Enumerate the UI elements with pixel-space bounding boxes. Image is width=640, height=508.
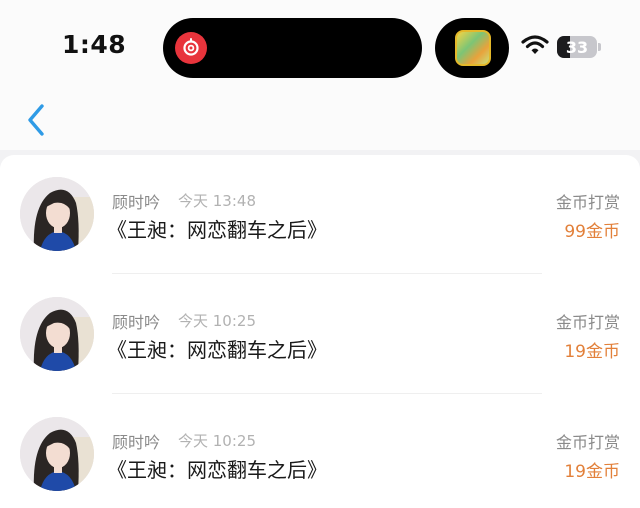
screen: 1:48 33 顾时吟 今天 13:48 《王昶：网恋翻车之后》 金币打赏 99… <box>0 0 640 508</box>
reward-row[interactable]: 顾时吟 今天 10:25 《王昶：网恋翻车之后》 金币打赏 19金币 <box>0 395 640 508</box>
reward-work-title[interactable]: 《王昶：网恋翻车之后》 <box>107 334 327 363</box>
navigation-bar <box>0 92 640 150</box>
avatar[interactable] <box>20 297 94 371</box>
reward-amount: 19金币 <box>564 342 620 362</box>
reward-username: 顾时吟 <box>112 313 161 332</box>
reward-timestamp: 今天 10:25 <box>178 432 256 450</box>
battery-icon: 33 <box>557 36 597 58</box>
battery-cap <box>598 43 601 51</box>
status-time: 1:48 <box>62 30 127 59</box>
wifi-icon <box>521 35 549 54</box>
reward-row[interactable]: 顾时吟 今天 13:48 《王昶：网恋翻车之后》 金币打赏 99金币 <box>0 155 640 275</box>
avatar[interactable] <box>20 177 94 251</box>
reward-amount: 99金币 <box>564 222 620 242</box>
live-activity-pill[interactable] <box>435 18 509 78</box>
reward-type-label: 金币打赏 <box>555 313 620 332</box>
reward-username: 顾时吟 <box>112 193 161 212</box>
reward-work-title[interactable]: 《王昶：网恋翻车之后》 <box>107 214 327 243</box>
reward-timestamp: 今天 13:48 <box>178 192 256 210</box>
reward-list: 顾时吟 今天 13:48 《王昶：网恋翻车之后》 金币打赏 99金币 顾时吟 今… <box>0 155 640 508</box>
game-app-icon <box>455 30 491 66</box>
row-divider <box>112 393 542 394</box>
reward-username: 顾时吟 <box>112 433 161 452</box>
music-app-icon <box>175 32 207 64</box>
reward-type-label: 金币打赏 <box>555 433 620 452</box>
reward-type-label: 金币打赏 <box>555 193 620 212</box>
battery-percentage: 33 <box>565 38 589 57</box>
dynamic-island[interactable] <box>163 18 422 78</box>
chevron-left-icon[interactable] <box>24 102 48 138</box>
reward-row[interactable]: 顾时吟 今天 10:25 《王昶：网恋翻车之后》 金币打赏 19金币 <box>0 275 640 395</box>
avatar[interactable] <box>20 417 94 491</box>
reward-work-title[interactable]: 《王昶：网恋翻车之后》 <box>107 454 327 483</box>
row-divider <box>112 273 542 274</box>
reward-amount: 19金币 <box>564 462 620 482</box>
reward-timestamp: 今天 10:25 <box>178 312 256 330</box>
status-bar: 1:48 33 <box>0 0 640 92</box>
